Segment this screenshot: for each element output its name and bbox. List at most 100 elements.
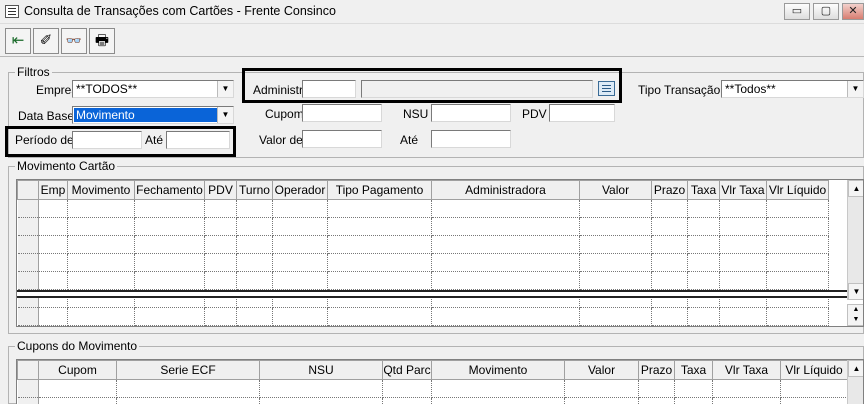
table-cell[interactable] bbox=[272, 199, 328, 218]
clear-eraser-icon[interactable]: ✐ bbox=[33, 28, 59, 54]
table-cell[interactable] bbox=[780, 379, 848, 398]
table-cell[interactable] bbox=[687, 235, 720, 254]
column-header-administradora[interactable]: Administradora bbox=[431, 180, 580, 200]
column-header-pdv[interactable]: PDV bbox=[204, 180, 237, 200]
column-header-turno[interactable]: Turno bbox=[236, 180, 273, 200]
table-cell[interactable] bbox=[204, 199, 237, 218]
table-cell[interactable] bbox=[38, 217, 68, 236]
table-row[interactable] bbox=[17, 235, 829, 254]
table-cell[interactable] bbox=[674, 397, 713, 404]
column-header-qtd-parc[interactable]: Qtd Parc bbox=[382, 360, 432, 380]
table-cell[interactable] bbox=[766, 271, 829, 290]
table-cell[interactable] bbox=[259, 397, 383, 404]
summary-spin-arrows[interactable]: ▲ ▼ bbox=[847, 304, 863, 326]
table-cell[interactable] bbox=[236, 307, 273, 326]
row-indicator-cell[interactable] bbox=[17, 235, 39, 254]
table-row[interactable] bbox=[17, 379, 848, 398]
table-cell[interactable] bbox=[236, 235, 273, 254]
valor-ate-input[interactable] bbox=[431, 130, 511, 148]
table-cell[interactable] bbox=[236, 217, 273, 236]
table-cell[interactable] bbox=[579, 199, 652, 218]
table-cell[interactable] bbox=[579, 253, 652, 272]
table-cell[interactable] bbox=[564, 397, 639, 404]
table-cell[interactable] bbox=[780, 397, 848, 404]
list-lookup-icon[interactable] bbox=[598, 81, 615, 96]
table-cell[interactable] bbox=[579, 217, 652, 236]
table-cell[interactable] bbox=[38, 199, 68, 218]
table-cell[interactable] bbox=[651, 253, 688, 272]
table-cell[interactable] bbox=[327, 253, 432, 272]
table-row[interactable] bbox=[17, 397, 848, 404]
column-header-operador[interactable]: Operador bbox=[272, 180, 328, 200]
periodo-from-input[interactable] bbox=[72, 131, 142, 149]
table-cell[interactable] bbox=[327, 271, 432, 290]
table-cell[interactable] bbox=[204, 307, 237, 326]
exit-icon[interactable]: ⇤ bbox=[5, 28, 31, 54]
nsu-input[interactable] bbox=[431, 104, 511, 122]
table-cell[interactable] bbox=[38, 307, 68, 326]
table-cell[interactable] bbox=[431, 307, 580, 326]
table-cell[interactable] bbox=[38, 271, 68, 290]
table-cell[interactable] bbox=[766, 235, 829, 254]
table-cell[interactable] bbox=[134, 199, 205, 218]
table-cell[interactable] bbox=[67, 199, 135, 218]
table-cell[interactable] bbox=[766, 199, 829, 218]
table-cell[interactable] bbox=[712, 397, 781, 404]
table-cell[interactable] bbox=[719, 199, 767, 218]
cupons-vertical-scrollbar[interactable]: ▲ bbox=[847, 360, 863, 404]
row-indicator-cell[interactable] bbox=[17, 199, 39, 218]
minimize-button[interactable]: ▭ bbox=[784, 3, 810, 20]
row-indicator-cell[interactable] bbox=[17, 379, 39, 398]
table-cell[interactable] bbox=[687, 307, 720, 326]
column-header-prazo[interactable]: Prazo bbox=[638, 360, 675, 380]
row-indicator-cell[interactable] bbox=[17, 217, 39, 236]
table-cell[interactable] bbox=[651, 271, 688, 290]
table-cell[interactable] bbox=[67, 307, 135, 326]
empresa-select[interactable]: **TODOS** ▼ bbox=[72, 80, 234, 98]
movimento-vertical-scrollbar[interactable]: ▲ ▼ bbox=[847, 180, 863, 300]
table-cell[interactable] bbox=[651, 199, 688, 218]
column-header-tipo-pagamento[interactable]: Tipo Pagamento bbox=[327, 180, 432, 200]
column-header-vlr-taxa[interactable]: Vlr Taxa bbox=[712, 360, 781, 380]
table-cell[interactable] bbox=[327, 199, 432, 218]
pdv-input[interactable] bbox=[549, 104, 615, 122]
table-cell[interactable] bbox=[431, 379, 565, 398]
scroll-up-icon[interactable]: ▲ bbox=[848, 180, 863, 197]
table-cell[interactable] bbox=[579, 307, 652, 326]
table-cell[interactable] bbox=[712, 379, 781, 398]
table-cell[interactable] bbox=[204, 271, 237, 290]
table-cell[interactable] bbox=[236, 271, 273, 290]
table-cell[interactable] bbox=[272, 271, 328, 290]
table-cell[interactable] bbox=[116, 397, 260, 404]
column-header-movimento[interactable]: Movimento bbox=[67, 180, 135, 200]
table-cell[interactable] bbox=[687, 271, 720, 290]
table-cell[interactable] bbox=[327, 307, 432, 326]
scroll-up-icon[interactable]: ▲ bbox=[848, 360, 863, 377]
row-indicator-cell[interactable] bbox=[17, 271, 39, 290]
table-cell[interactable] bbox=[638, 379, 675, 398]
table-cell[interactable] bbox=[236, 199, 273, 218]
table-cell[interactable] bbox=[67, 235, 135, 254]
table-cell[interactable] bbox=[719, 271, 767, 290]
table-cell[interactable] bbox=[431, 397, 565, 404]
column-header-emp[interactable]: Emp bbox=[38, 180, 68, 200]
table-cell[interactable] bbox=[272, 253, 328, 272]
cupons-grid[interactable]: Cupom Serie ECF NSU Qtd Parc Movimento V… bbox=[16, 359, 864, 404]
table-cell[interactable] bbox=[766, 253, 829, 272]
maximize-button[interactable]: ▢ bbox=[813, 3, 839, 20]
table-cell[interactable] bbox=[38, 379, 117, 398]
table-cell[interactable] bbox=[272, 235, 328, 254]
table-cell[interactable] bbox=[38, 235, 68, 254]
tipo-transacao-select[interactable]: **Todos** ▼ bbox=[721, 80, 864, 98]
column-header-movimento[interactable]: Movimento bbox=[431, 360, 565, 380]
binoculars-search-icon[interactable]: 👓 bbox=[61, 28, 87, 54]
table-cell[interactable] bbox=[431, 271, 580, 290]
table-cell[interactable] bbox=[134, 235, 205, 254]
printer-icon[interactable]: 🖶 bbox=[89, 28, 115, 54]
table-cell[interactable] bbox=[579, 235, 652, 254]
table-cell[interactable] bbox=[38, 253, 68, 272]
table-cell[interactable] bbox=[272, 307, 328, 326]
table-cell[interactable] bbox=[38, 397, 117, 404]
table-cell[interactable] bbox=[67, 217, 135, 236]
table-cell[interactable] bbox=[431, 217, 580, 236]
